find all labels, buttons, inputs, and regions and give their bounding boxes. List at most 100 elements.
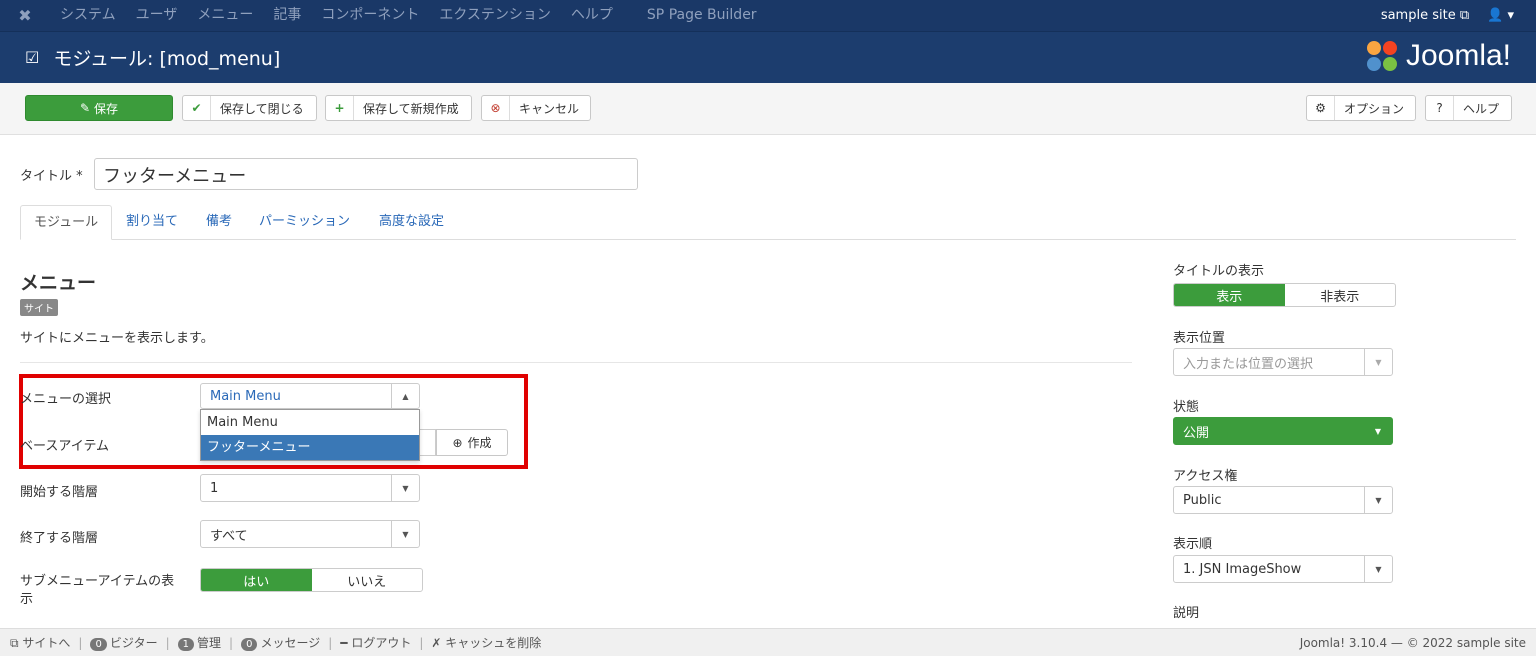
show-title-show[interactable]: 表示 (1174, 284, 1285, 306)
help-label: ヘルプ (1463, 101, 1500, 116)
order-value: 1. JSN ImageShow (1183, 561, 1302, 577)
view-site-link[interactable]: ⧉ サイトへ (10, 634, 70, 651)
create-label: 作成 (467, 436, 492, 450)
view-site-label: サイトへ (22, 636, 71, 650)
access-label: アクセス権 (1173, 469, 1238, 484)
title-input-value: フッターメニュー (103, 166, 247, 187)
separator: | (165, 635, 170, 650)
clear-cache-link[interactable]: ✗ キャッシュを削除 (431, 634, 541, 651)
show-title-hide[interactable]: 非表示 (1285, 284, 1396, 306)
menu-select-label: メニューの選択 (20, 392, 112, 407)
site-link-label: sample site (1380, 8, 1456, 23)
menu-content[interactable]: 記事 (263, 0, 311, 31)
site-link[interactable]: sample site ⧉ (1381, 8, 1469, 23)
external-link-icon: ⧉ (1459, 8, 1470, 23)
save-new-label: 保存して新規作成 (363, 101, 459, 116)
cancel-label: キャンセル (519, 101, 580, 116)
access-value: Public (1183, 492, 1222, 508)
end-level-select[interactable]: すべて ▼ (200, 520, 420, 548)
admin-topbar: ✖ システム ユーザ メニュー 記事 コンポーネント エクステンション ヘルプ … (0, 0, 1536, 31)
access-select[interactable]: Public ▼ (1173, 486, 1393, 514)
messages-label: メッセージ (260, 636, 321, 650)
visitors-link[interactable]: 0 ビジター (90, 634, 158, 651)
save-new-button[interactable]: + 保存して新規作成 (325, 95, 472, 121)
menu-users[interactable]: ユーザ (126, 0, 188, 31)
position-select[interactable]: 入力または位置の選択 ▼ (1173, 348, 1393, 376)
broom-icon: ✗ (431, 636, 442, 650)
cancel-button[interactable]: ⊗ キャンセル (481, 95, 591, 121)
submenu-toggle: はい いいえ (200, 568, 423, 592)
admin-link[interactable]: 1 管理 (177, 634, 222, 651)
save-close-button[interactable]: ✔ 保存して閉じる (182, 95, 317, 121)
create-button[interactable]: ⊕ 作成 (436, 429, 508, 456)
save-button[interactable]: ✎ 保存 (25, 95, 173, 121)
menu-menus[interactable]: メニュー (187, 0, 263, 31)
separator: | (229, 635, 234, 650)
start-level-label: 開始する階層 (20, 485, 99, 500)
chevron-down-icon: ▼ (1364, 556, 1392, 582)
order-label: 表示順 (1173, 537, 1213, 552)
submenu-no[interactable]: いいえ (312, 569, 423, 591)
status-value: 公開 (1183, 425, 1210, 441)
plus-circle-icon: ⊕ (452, 435, 463, 450)
visitors-count: 0 (90, 638, 107, 651)
visitors-label: ビジター (109, 636, 158, 650)
chevron-down-icon: ▼ (1364, 349, 1392, 375)
show-title-label: タイトルの表示 (1173, 264, 1265, 279)
question-icon: ? (1426, 96, 1454, 120)
menu-select-value: Main Menu (210, 388, 281, 404)
menu-components[interactable]: コンポーネント (311, 0, 429, 31)
cancel-icon: ⊗ (482, 96, 510, 120)
tab-module[interactable]: モジュール (20, 205, 113, 240)
tab-advanced[interactable]: 高度な設定 (366, 205, 457, 240)
user-menu-icon[interactable]: 👤 ▾ (1487, 8, 1514, 23)
brand-label: Joomla! (1405, 39, 1511, 72)
base-item-label: ベースアイテム (20, 439, 110, 454)
submenu-label: サブメニューアイテムの表示 (20, 574, 175, 607)
order-select[interactable]: 1. JSN ImageShow ▼ (1173, 555, 1393, 583)
chevron-down-icon: ▼ (391, 475, 419, 501)
menu-sp-page-builder[interactable]: SP Page Builder (637, 0, 767, 31)
menu-select[interactable]: Main Menu ▲ (200, 383, 420, 409)
page-header: ☑ モジュール: [mod_menu] Joomla! (0, 31, 1536, 83)
admin-count: 1 (177, 638, 195, 651)
menu-system[interactable]: システム (50, 0, 126, 31)
tab-permissions[interactable]: パーミッション (246, 205, 363, 240)
tab-assignment[interactable]: 割り当て (113, 205, 191, 240)
status-label: 状態 (1173, 400, 1200, 415)
start-level-select[interactable]: 1 ▼ (200, 474, 420, 502)
menu-help[interactable]: ヘルプ (561, 0, 623, 31)
tab-notes[interactable]: 備考 (193, 205, 245, 240)
logout-label: ログアウト (351, 636, 412, 650)
clear-cache-label: キャッシュを削除 (445, 636, 542, 650)
title-input[interactable]: フッターメニュー (94, 158, 638, 190)
help-button[interactable]: ? ヘルプ (1425, 95, 1512, 121)
check-icon: ✔ (183, 96, 211, 120)
checkbox-icon: ☑ (25, 48, 40, 67)
position-label: 表示位置 (1173, 331, 1226, 346)
external-link-icon: ⧉ (10, 636, 19, 650)
admin-label: 管理 (197, 636, 222, 650)
logout-link[interactable]: ━ ログアウト (340, 634, 411, 651)
dropdown-option-main-menu[interactable]: Main Menu (201, 410, 419, 435)
version-info: Joomla! 3.10.4 — © 2022 sample site (1299, 635, 1526, 650)
messages-link[interactable]: 0 メッセージ (241, 634, 320, 651)
plus-icon: + (326, 96, 354, 120)
status-select[interactable]: 公開 ▼ (1173, 417, 1393, 445)
module-description: サイトにメニューを表示します。 (20, 331, 214, 346)
end-level-value: すべて (210, 528, 248, 544)
dropdown-option-footer-menu[interactable]: フッターメニュー (201, 435, 419, 460)
menu-extensions[interactable]: エクステンション (429, 0, 561, 31)
caret-down-icon: ▼ (1374, 426, 1382, 436)
menu-dropdown-list: Main Menu フッターメニュー (200, 409, 420, 461)
joomla-logo-icon[interactable]: ✖ (0, 6, 50, 25)
options-button[interactable]: ⚙ オプション (1306, 95, 1416, 121)
submenu-yes[interactable]: はい (201, 569, 312, 591)
title-label: タイトル * (20, 169, 83, 184)
separator: | (419, 635, 424, 650)
chevron-down-icon: ▼ (1364, 487, 1392, 513)
end-level-label: 終了する階層 (20, 531, 99, 546)
site-badge: サイト (20, 299, 58, 316)
minus-icon: ━ (340, 636, 348, 650)
options-label: オプション (1344, 101, 1405, 116)
